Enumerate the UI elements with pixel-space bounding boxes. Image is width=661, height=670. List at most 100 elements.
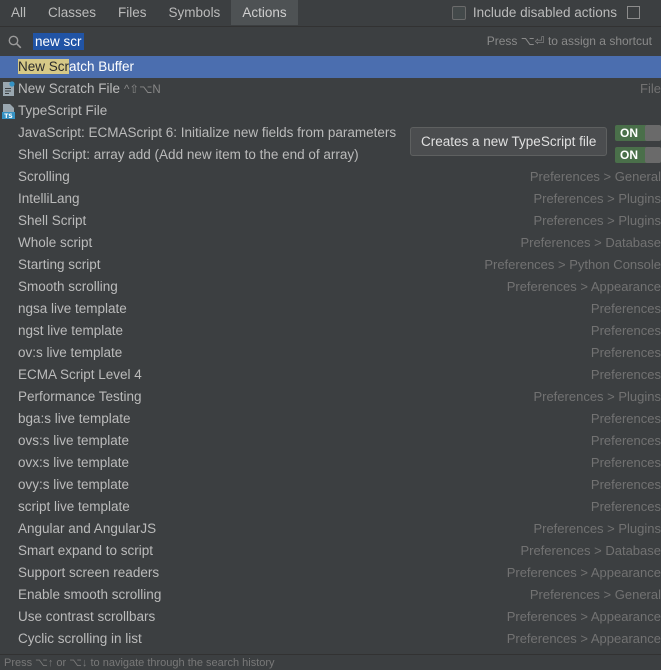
pin-window-icon[interactable] xyxy=(627,6,640,19)
on-toggle[interactable]: ON xyxy=(615,125,661,141)
list-item-location: Preferences > Appearance xyxy=(506,565,661,580)
toggle-label: ON xyxy=(620,126,638,140)
list-item-label: Starting script xyxy=(18,257,101,272)
list-item[interactable]: ovs:s live template Preferences xyxy=(0,430,661,452)
list-item[interactable]: Starting script Preferences > Python Cons… xyxy=(0,254,661,276)
list-item-location: Preferences > Python Console xyxy=(484,257,661,272)
list-item[interactable]: Enable smooth scrolling Preferences > Gen… xyxy=(0,584,661,606)
toggle-label: ON xyxy=(620,148,638,162)
list-item-location: Preferences > Plugins xyxy=(533,213,661,228)
label-rest: atch Buffer xyxy=(69,59,135,74)
list-item-label: bga:s live template xyxy=(18,411,131,426)
list-item-label: Shell Script xyxy=(18,213,87,228)
list-item-label: Use contrast scrollbars xyxy=(18,609,156,624)
list-item-label: ECMA Script Level 4 xyxy=(18,367,142,382)
tab-files[interactable]: Files xyxy=(107,0,158,25)
list-item-location: Preferences > General xyxy=(529,587,661,602)
list-item[interactable]: ovy:s live template Preferences xyxy=(0,474,661,496)
list-item[interactable]: script live template Preferences xyxy=(0,496,661,518)
list-item-label: Performance Testing xyxy=(18,389,142,404)
list-item-location: Preferences xyxy=(590,301,661,316)
list-item-label: Cyclic scrolling in list xyxy=(18,631,142,646)
shortcut-hint: ^⇧⌥N xyxy=(124,84,161,96)
list-item-location: Preferences > Database xyxy=(520,235,661,250)
list-item-location: Preferences > Appearance xyxy=(506,279,661,294)
list-item-label: Smooth scrolling xyxy=(18,279,118,294)
list-item[interactable]: Use contrast scrollbars Preferences > App… xyxy=(0,606,661,628)
list-item[interactable]: ov:s live template Preferences xyxy=(0,342,661,364)
list-item-location: Preferences xyxy=(590,477,661,492)
list-item-label: New Scratch File xyxy=(18,81,121,96)
list-item[interactable]: Support screen readers Preferences > Appe… xyxy=(0,562,661,584)
list-item-location: Preferences > General xyxy=(529,169,661,184)
list-item-label: TypeScript File xyxy=(18,103,108,118)
list-item[interactable]: Scrolling Preferences > General xyxy=(0,166,661,188)
list-item-label: Shell Script: array add (Add new item to… xyxy=(18,147,359,162)
svg-text:TS: TS xyxy=(4,113,12,119)
list-item[interactable]: Cyclic scrolling in list Preferences > Ap… xyxy=(0,628,661,650)
list-item[interactable]: ngst live template Preferences xyxy=(0,320,661,342)
toggle-knob xyxy=(645,147,661,163)
list-item-label: Smart expand to script xyxy=(18,543,154,558)
list-item-location: Preferences xyxy=(590,323,661,338)
list-item[interactable]: TS TypeScript File xyxy=(0,100,661,122)
list-item-label: Support screen readers xyxy=(18,565,160,580)
scratch-file-icon xyxy=(3,81,15,96)
list-item[interactable]: New Scratch File ^⇧⌥N File xyxy=(0,78,661,100)
search-icon xyxy=(8,35,22,49)
list-item-location: File xyxy=(640,81,661,96)
list-item[interactable]: ECMA Script Level 4 Preferences xyxy=(0,364,661,386)
tab-actions[interactable]: Actions xyxy=(231,0,298,25)
list-item-location: Preferences xyxy=(590,433,661,448)
list-item-location: Preferences > Plugins xyxy=(533,191,661,206)
list-item-label: ngsa live template xyxy=(18,301,127,316)
tabs-right-group: Include disabled actions xyxy=(451,0,661,25)
list-item-location: Preferences xyxy=(590,455,661,470)
list-item-label: ovx:s live template xyxy=(18,455,130,470)
include-disabled-checkbox[interactable] xyxy=(451,5,466,20)
list-item[interactable]: IntelliLang Preferences > Plugins xyxy=(0,188,661,210)
list-item-label: ovs:s live template xyxy=(18,433,130,448)
toggle-knob xyxy=(645,125,661,141)
tab-classes[interactable]: Classes xyxy=(37,0,107,25)
list-item[interactable]: ovx:s live template Preferences xyxy=(0,452,661,474)
tab-all[interactable]: All xyxy=(0,0,37,25)
match-highlight: New Scr xyxy=(18,59,70,74)
include-disabled-label[interactable]: Include disabled actions xyxy=(473,5,617,20)
list-item-label: Whole script xyxy=(18,235,93,250)
tab-symbols[interactable]: Symbols xyxy=(158,0,232,25)
list-item-label: ovy:s live template xyxy=(18,477,130,492)
list-item[interactable]: Smooth scrolling Preferences > Appearance xyxy=(0,276,661,298)
list-item-label: ov:s live template xyxy=(18,345,123,360)
typescript-file-icon: TS xyxy=(2,104,15,119)
assign-shortcut-hint: Press ⌥⏎ to assign a shortcut xyxy=(486,34,652,48)
list-item[interactable]: Angular and AngularJS Preferences > Plugi… xyxy=(0,518,661,540)
search-input[interactable]: new scr xyxy=(33,33,84,50)
on-toggle[interactable]: ON xyxy=(615,147,661,163)
search-bar: new scr Press ⌥⏎ to assign a shortcut xyxy=(0,26,661,55)
list-item[interactable]: Whole script Preferences > Database xyxy=(0,232,661,254)
list-item-location: Preferences xyxy=(590,367,661,382)
list-item-label: Enable smooth scrolling xyxy=(18,587,162,602)
tab-bar: All Classes Files Symbols Actions Includ… xyxy=(0,0,661,25)
list-item-location: Preferences > Database xyxy=(520,543,661,558)
list-item[interactable]: Performance Testing Preferences > Plugins xyxy=(0,386,661,408)
list-item-label: New Scratch Buffer xyxy=(18,59,134,74)
list-item[interactable]: New Scratch Buffer xyxy=(0,56,661,78)
generic-rows: Scrolling Preferences > General IntelliLan… xyxy=(0,166,661,650)
list-item[interactable]: bga:s live template Preferences xyxy=(0,408,661,430)
list-item[interactable]: ngsa live template Preferences xyxy=(0,298,661,320)
list-item-label: Scrolling xyxy=(18,169,70,184)
list-item-location: Preferences > Appearance xyxy=(506,609,661,624)
list-item-location: Preferences xyxy=(590,345,661,360)
list-item-location: Preferences > Plugins xyxy=(533,521,661,536)
tooltip: Creates a new TypeScript file xyxy=(410,127,608,156)
list-item[interactable]: Shell Script Preferences > Plugins xyxy=(0,210,661,232)
list-item-label: IntelliLang xyxy=(18,191,80,206)
list-item[interactable]: Smart expand to script Preferences > Data… xyxy=(0,540,661,562)
list-item-label: Angular and AngularJS xyxy=(18,521,157,536)
list-item-location: Preferences > Appearance xyxy=(506,631,661,646)
list-item-location: Preferences > Plugins xyxy=(533,389,661,404)
list-item-label: ngst live template xyxy=(18,323,124,338)
list-item-location: Preferences xyxy=(590,411,661,426)
